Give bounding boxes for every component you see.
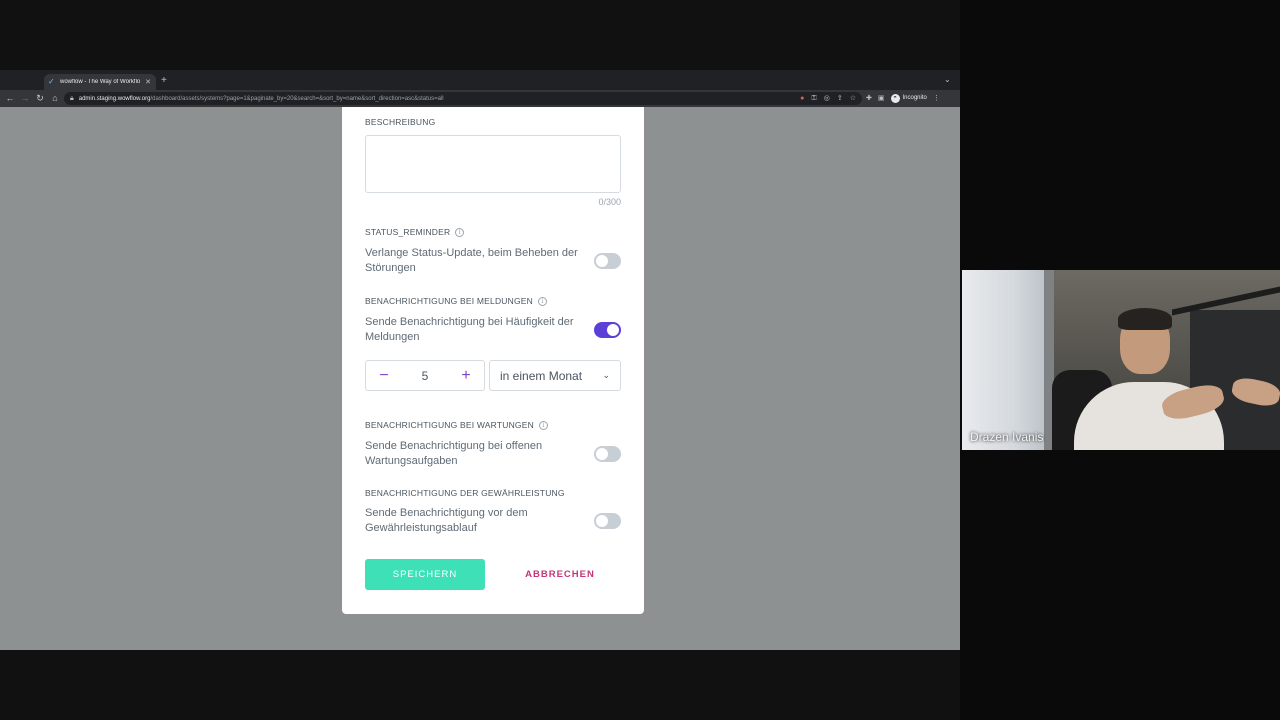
incognito-icon: ◓ [890,94,900,103]
extension-area: ✚ ▣ ◓ Incognito ⋮ [866,93,940,104]
minus-icon[interactable]: − [378,367,390,384]
wartungen-label: BENACHRICHTIGUNG BEI WARTUNGEN i [365,420,548,430]
info-icon[interactable]: i [538,296,547,306]
chevron-down-icon: ⌄ [602,370,610,380]
meldungen-label: BENACHRICHTIGUNG BEI MELDUNGEN i [365,296,547,306]
extensions-puzzle-icon[interactable]: ✚ [866,93,872,104]
meldungen-text: Sende Benachrichtigung bei Häufigkeit de… [365,316,574,343]
letterbox-bottom [0,650,960,720]
beschreibung-label: BESCHREIBUNG [365,117,435,127]
gewaehrleistung-text: Sende Benachrichtigung vor dem Gewährlei… [365,507,528,534]
screen-share-stage: ✓ wowflow - The Way of Workflo ✕ + ⌄ ← →… [0,0,1280,720]
browser-menu-icon[interactable]: ⋮ [933,93,940,104]
video-window-background [962,270,1050,450]
home-icon[interactable]: ⌂ [49,92,61,104]
toggle-knob [596,448,608,460]
camera-blocked-icon[interactable]: ● [800,93,804,104]
page-viewport: BESCHREIBUNG 0/300 STATUS_REMINDER i Ver… [0,107,960,650]
character-counter: 0/300 [598,197,621,207]
wartungen-label-text: BENACHRICHTIGUNG BEI WARTUNGEN [365,420,534,430]
status-reminder-toggle[interactable] [594,253,621,269]
new-tab-icon[interactable]: + [161,75,167,87]
participant-name: Drazen Ivanis [970,430,1044,444]
plus-icon[interactable]: + [460,367,472,384]
info-icon[interactable]: i [538,420,548,430]
meldungen-toggle[interactable] [594,322,621,338]
address-bar[interactable]: 🔒︎ admin.staging.wowflow.org/dashboard/a… [64,92,862,105]
url-path: /dashboard/assets/systems?page=1&paginat… [150,95,444,102]
status-reminder-text: Verlange Status-Update, beim Beheben der… [365,247,578,274]
shared-screen: ✓ wowflow - The Way of Workflo ✕ + ⌄ ← →… [0,0,960,720]
period-value: in einem Monat [500,368,583,383]
toggle-knob [596,255,608,267]
status-reminder-label-text: STATUS_REMINDER [365,227,451,237]
toggle-knob [596,515,608,527]
frequency-stepper: − 5 + [365,360,485,391]
back-arrow-icon[interactable]: ← [4,92,16,104]
side-panel-icon[interactable]: ▣ [878,93,885,104]
forward-arrow-icon[interactable]: → [19,92,31,104]
wartungen-text: Sende Benachrichtigung bei offenen Wartu… [365,440,543,467]
bookmark-star-icon[interactable]: ☆ [850,93,856,104]
browser-tab[interactable]: ✓ wowflow - The Way of Workflo ✕ [44,74,156,90]
close-tab-icon[interactable]: ✕ [144,78,152,86]
url-host: admin.staging.wowflow.org [78,95,151,102]
toggle-knob [607,324,619,336]
save-button[interactable]: SPEICHERN [365,559,485,590]
gewaehrleistung-label-text: BENACHRICHTIGUNG DER GEWÄHRLEISTUNG [365,488,565,498]
beschreibung-textarea[interactable] [365,135,621,193]
omnibox-icons: ● ⚿ ◎ ⇪ ☆ [800,93,856,104]
status-reminder-label: STATUS_REMINDER i [365,227,465,237]
system-settings-dialog: BESCHREIBUNG 0/300 STATUS_REMINDER i Ver… [342,107,644,614]
cancel-button[interactable]: ABBRECHEN [512,559,608,590]
meldungen-label-text: BENACHRICHTIGUNG BEI MELDUNGEN [365,296,533,306]
incognito-label: Incognito [902,95,927,101]
lock-icon: 🔒︎ [70,94,74,102]
key-icon[interactable]: ⚿ [811,93,816,104]
gewaehrleistung-label: BENACHRICHTIGUNG DER GEWÄHRLEISTUNG [365,488,565,498]
share-icon[interactable]: ⇪ [837,93,843,104]
tab-title: wowflow - The Way of Workflo [60,79,141,85]
incognito-indicator[interactable]: ◓ Incognito [890,93,927,104]
beschreibung-label-text: BESCHREIBUNG [365,117,436,127]
period-select[interactable]: in einem Monat ⌄ [489,360,621,391]
video-person-hair [1118,308,1172,330]
gewaehrleistung-toggle[interactable] [594,513,621,529]
wartungen-toggle[interactable] [594,446,621,462]
frequency-value[interactable]: 5 [422,369,429,383]
info-icon[interactable]: i [455,227,465,237]
tab-search-chevron-icon[interactable]: ⌄ [944,75,951,84]
letterbox-top [0,0,960,70]
reload-icon[interactable]: ↻ [34,92,46,104]
eye-slash-icon[interactable]: ◎ [824,93,830,104]
participant-video-tile[interactable]: Drazen Ivanis [962,270,1280,450]
wowflow-favicon-icon: ✓ [48,77,55,86]
